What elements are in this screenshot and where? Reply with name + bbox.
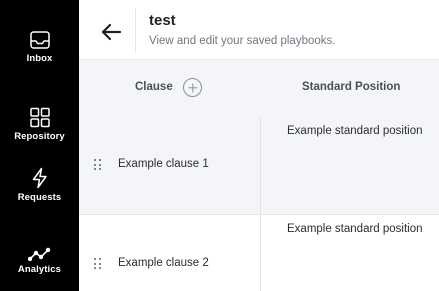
sidebar-item-requests[interactable]: Requests <box>0 167 79 203</box>
page-header: test View and edit your saved playbooks. <box>79 0 439 60</box>
sidebar-item-analytics[interactable]: Analytics <box>0 247 79 275</box>
page-title: test <box>149 12 176 29</box>
sidebar-item-label: Inbox <box>26 53 53 64</box>
sidebar-item-inbox[interactable]: Inbox <box>0 30 79 64</box>
column-divider <box>260 116 261 214</box>
lightning-icon <box>29 167 51 189</box>
drag-handle-icon[interactable] <box>94 159 102 171</box>
column-header-standard-position[interactable]: Standard Position <box>302 81 400 93</box>
app-root: Inbox Repository Requests Analytics test… <box>0 0 439 291</box>
arrow-left-icon <box>99 23 123 48</box>
sidebar-item-label: Requests <box>17 192 62 203</box>
inbox-icon <box>29 30 51 50</box>
grid-icon <box>29 107 51 128</box>
sidebar-item-repository[interactable]: Repository <box>0 107 79 142</box>
back-button[interactable] <box>99 20 123 44</box>
add-clause-button[interactable] <box>183 78 202 97</box>
sidebar-item-label: Analytics <box>17 264 62 275</box>
table-row[interactable]: Example clause 1 Example standard positi… <box>79 116 439 215</box>
standard-position-text[interactable]: Example standard position <box>287 222 427 238</box>
sidebar: Inbox Repository Requests Analytics <box>0 0 79 291</box>
standard-position-text[interactable]: Example standard position <box>287 124 427 140</box>
clause-name[interactable]: Example clause 1 <box>118 158 209 170</box>
sidebar-item-label: Repository <box>14 131 65 142</box>
drag-handle-icon[interactable] <box>94 258 102 270</box>
column-divider <box>260 215 261 291</box>
header-divider <box>135 8 136 52</box>
column-header-clause[interactable]: Clause <box>135 81 173 93</box>
clause-name[interactable]: Example clause 2 <box>118 257 209 269</box>
page-subtitle: View and edit your saved playbooks. <box>149 35 336 47</box>
table-row[interactable]: Example clause 2 Example standard positi… <box>79 215 439 291</box>
table-header: Clause Standard Position <box>79 60 439 116</box>
trend-line-icon <box>27 247 52 261</box>
